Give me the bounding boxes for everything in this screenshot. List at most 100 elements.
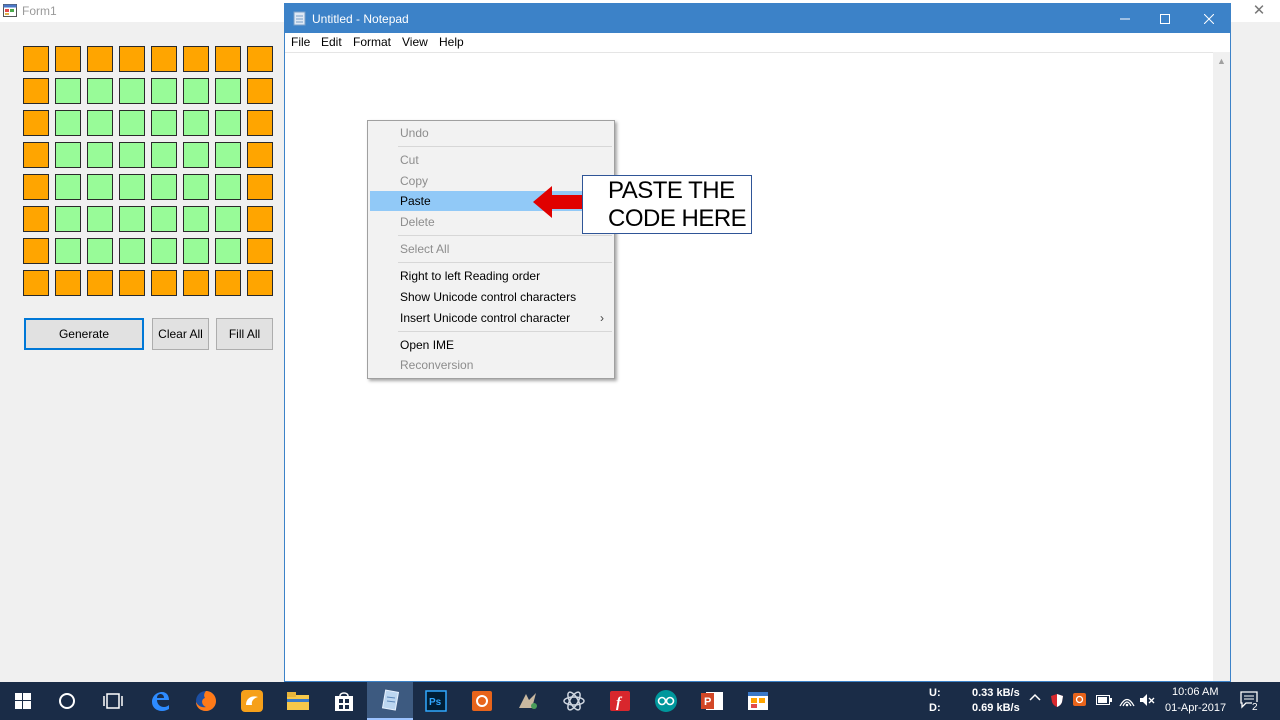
notepad-titlebar[interactable]: Untitled - Notepad	[285, 4, 1230, 33]
grid-cell[interactable]	[183, 238, 209, 264]
minimize-icon[interactable]	[1103, 4, 1147, 33]
grid-cell[interactable]	[87, 174, 113, 200]
ctx-item-cut[interactable]: Cut	[370, 150, 612, 170]
ctx-item-reconversion[interactable]: Reconversion	[370, 355, 612, 375]
clock-time[interactable]: 10:06 AM	[1172, 686, 1218, 698]
vertical-scrollbar[interactable]: ▲	[1213, 52, 1230, 681]
grid-cell[interactable]	[55, 174, 81, 200]
menu-help[interactable]: Help	[439, 35, 464, 49]
grid-cell[interactable]	[55, 238, 81, 264]
grid-cell[interactable]	[23, 174, 49, 200]
grid-cell[interactable]	[183, 142, 209, 168]
show-hidden-icons-chevron-icon[interactable]	[1029, 692, 1041, 705]
grid-cell[interactable]	[215, 174, 241, 200]
grid-cell[interactable]	[87, 46, 113, 72]
grid-cell[interactable]	[247, 110, 273, 136]
grid-cell[interactable]	[119, 174, 145, 200]
grid-cell[interactable]	[183, 174, 209, 200]
start-windows-icon[interactable]	[0, 682, 46, 720]
grid-cell[interactable]	[215, 270, 241, 296]
grid-cell[interactable]	[247, 270, 273, 296]
grid-cell[interactable]	[215, 142, 241, 168]
winforms-app-icon[interactable]	[735, 682, 781, 720]
grid-cell[interactable]	[55, 78, 81, 104]
grid-cell[interactable]	[151, 78, 177, 104]
search-icon[interactable]	[44, 682, 90, 720]
grid-cell[interactable]	[87, 142, 113, 168]
grid-cell[interactable]	[215, 206, 241, 232]
photoshop-icon[interactable]: Ps	[413, 682, 459, 720]
grid-cell[interactable]	[183, 46, 209, 72]
arduino-icon[interactable]	[643, 682, 689, 720]
grid-cell[interactable]	[183, 270, 209, 296]
firefox-icon[interactable]	[183, 682, 229, 720]
grid-cell[interactable]	[119, 142, 145, 168]
grid-cell[interactable]	[23, 206, 49, 232]
task-view-icon[interactable]	[90, 682, 136, 720]
grid-cell[interactable]	[55, 270, 81, 296]
grid-cell[interactable]	[247, 142, 273, 168]
ctx-item-select-all[interactable]: Select All	[370, 239, 612, 259]
store-icon[interactable]	[321, 682, 367, 720]
scroll-up-icon[interactable]: ▲	[1213, 54, 1230, 68]
ctx-item-undo[interactable]: Undo	[370, 123, 612, 143]
grid-cell[interactable]	[119, 238, 145, 264]
generate-button[interactable]: Generate	[24, 318, 144, 350]
clear-all-button[interactable]: Clear All	[152, 318, 209, 350]
design-tool-icon[interactable]	[505, 682, 551, 720]
grid-cell[interactable]	[119, 110, 145, 136]
close-icon[interactable]: ✕	[1249, 1, 1269, 21]
uc-browser-icon[interactable]	[229, 682, 275, 720]
grid-cell[interactable]	[151, 142, 177, 168]
flash-icon[interactable]: f	[597, 682, 643, 720]
grid-cell[interactable]	[215, 110, 241, 136]
powerpoint-icon[interactable]: P	[689, 682, 735, 720]
grid-cell[interactable]	[151, 270, 177, 296]
fill-all-button[interactable]: Fill All	[216, 318, 273, 350]
menu-file[interactable]: File	[291, 35, 310, 49]
grid-cell[interactable]	[119, 78, 145, 104]
file-explorer-icon[interactable]	[275, 682, 321, 720]
grid-cell[interactable]	[151, 46, 177, 72]
grid-cell[interactable]	[215, 78, 241, 104]
shield-antivirus-icon[interactable]	[1050, 693, 1064, 711]
menu-view[interactable]: View	[402, 35, 428, 49]
grid-cell[interactable]	[119, 46, 145, 72]
grid-cell[interactable]	[87, 238, 113, 264]
grid-cell[interactable]	[23, 110, 49, 136]
maximize-icon[interactable]	[1143, 4, 1187, 33]
grid-cell[interactable]	[183, 110, 209, 136]
grid-cell[interactable]	[87, 270, 113, 296]
grid-cell[interactable]	[55, 142, 81, 168]
ctx-item-rtl-reading-order[interactable]: Right to left Reading order	[370, 266, 612, 286]
grid-cell[interactable]	[55, 46, 81, 72]
menu-edit[interactable]: Edit	[321, 35, 342, 49]
grid-cell[interactable]	[119, 206, 145, 232]
grid-cell[interactable]	[215, 238, 241, 264]
orange-app-icon[interactable]	[459, 682, 505, 720]
grid-cell[interactable]	[151, 110, 177, 136]
grid-cell[interactable]	[23, 46, 49, 72]
grid-cell[interactable]	[55, 110, 81, 136]
clock-date[interactable]: 01-Apr-2017	[1165, 702, 1226, 714]
grid-cell[interactable]	[23, 270, 49, 296]
grid-cell[interactable]	[87, 206, 113, 232]
menu-format[interactable]: Format	[353, 35, 391, 49]
ctx-item-open-ime[interactable]: Open IME	[370, 335, 612, 355]
battery-icon[interactable]	[1096, 695, 1112, 708]
ctx-item-show-unicode[interactable]: Show Unicode control characters	[370, 287, 612, 307]
grid-cell[interactable]	[151, 174, 177, 200]
grid-cell[interactable]	[23, 142, 49, 168]
grid-cell[interactable]	[87, 110, 113, 136]
grid-cell[interactable]	[23, 238, 49, 264]
ctx-item-insert-unicode[interactable]: Insert Unicode control character ›	[370, 308, 612, 328]
physics-app-icon[interactable]	[551, 682, 597, 720]
grid-cell[interactable]	[55, 206, 81, 232]
grid-cell[interactable]	[247, 46, 273, 72]
wifi-icon[interactable]	[1119, 693, 1135, 710]
grid-cell[interactable]	[119, 270, 145, 296]
close-icon[interactable]	[1187, 4, 1231, 33]
grid-cell[interactable]	[247, 174, 273, 200]
grid-cell[interactable]	[151, 206, 177, 232]
volume-muted-icon[interactable]	[1139, 693, 1155, 710]
